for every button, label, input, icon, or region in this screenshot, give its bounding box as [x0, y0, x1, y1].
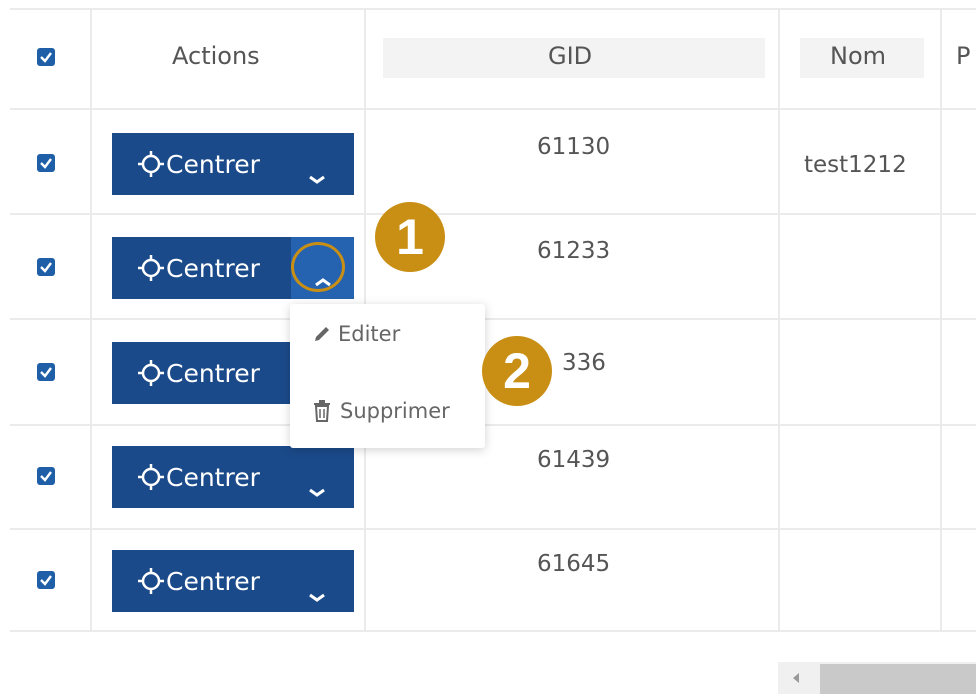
row-divider — [10, 424, 290, 426]
row-checkbox[interactable] — [37, 571, 55, 589]
chevron-down-icon — [309, 488, 325, 497]
center-button-label: Centrer — [166, 358, 260, 388]
annotation-badge-2: 2 — [482, 336, 552, 406]
chevron-down-icon — [309, 593, 325, 602]
crosshair-icon — [138, 568, 164, 594]
caret-left-icon — [793, 673, 799, 683]
row-divider — [10, 528, 976, 530]
check-icon — [40, 575, 52, 586]
crosshair-icon — [138, 255, 164, 281]
check-icon — [40, 52, 52, 63]
menu-item-delete[interactable]: Supprimer — [312, 399, 450, 423]
gid-cell: 61645 — [537, 551, 611, 577]
row-checkbox[interactable] — [37, 467, 55, 485]
row-divider — [485, 424, 976, 426]
gid-cell: 61233 — [537, 238, 611, 264]
center-button-label: Centrer — [166, 566, 260, 596]
crosshair-icon — [138, 151, 164, 177]
row-divider — [485, 318, 976, 320]
gid-column-header: GID — [548, 42, 593, 70]
dropdown-toggle-button[interactable] — [295, 478, 341, 502]
row-divider — [10, 213, 976, 215]
row-checkbox[interactable] — [37, 258, 55, 276]
row-divider — [10, 318, 290, 320]
center-button-label: Centrer — [166, 462, 260, 492]
gid-cell: 61439 — [537, 447, 611, 473]
crosshair-icon — [138, 464, 164, 490]
menu-item-delete-label: Supprimer — [340, 399, 450, 423]
center-button-label: Centrer — [166, 149, 260, 179]
trash-icon — [314, 400, 330, 422]
row-divider — [10, 108, 976, 110]
row-checkbox[interactable] — [37, 363, 55, 381]
center-button-label: Centrer — [166, 253, 260, 283]
row-checkbox[interactable] — [37, 154, 55, 172]
col-divider — [940, 8, 942, 632]
gid-cell: 61130 — [537, 134, 611, 160]
action-dropdown-menu: Editer Supprimer — [290, 304, 485, 448]
header-top-border — [10, 8, 976, 10]
menu-item-edit-label: Editer — [338, 322, 401, 346]
check-icon — [40, 367, 52, 378]
highlight-circle — [291, 242, 345, 292]
col-divider — [778, 8, 780, 632]
nom-column-header: Nom — [830, 42, 887, 70]
check-icon — [40, 471, 52, 482]
check-icon — [40, 158, 52, 169]
annotation-badge-1: 1 — [375, 202, 445, 272]
pencil-icon — [315, 327, 329, 341]
scroll-left-button[interactable] — [786, 668, 806, 688]
center-button[interactable]: Centrer — [112, 342, 290, 404]
menu-item-edit[interactable]: Editer — [312, 322, 400, 346]
gid-cell: 336 — [562, 350, 606, 376]
actions-column-header: Actions — [172, 42, 260, 70]
nom-cell: test1212 — [804, 152, 907, 178]
table-bottom-border — [10, 630, 976, 632]
scrollbar-thumb[interactable] — [820, 664, 976, 694]
dropdown-toggle-button[interactable] — [295, 583, 341, 607]
crosshair-icon — [138, 360, 164, 386]
col-divider — [90, 8, 92, 632]
check-icon — [40, 262, 52, 273]
select-all-checkbox[interactable] — [37, 48, 55, 66]
chevron-down-icon — [309, 175, 325, 184]
dropdown-toggle-button[interactable] — [295, 165, 341, 189]
partial-column-header: P — [956, 42, 971, 70]
